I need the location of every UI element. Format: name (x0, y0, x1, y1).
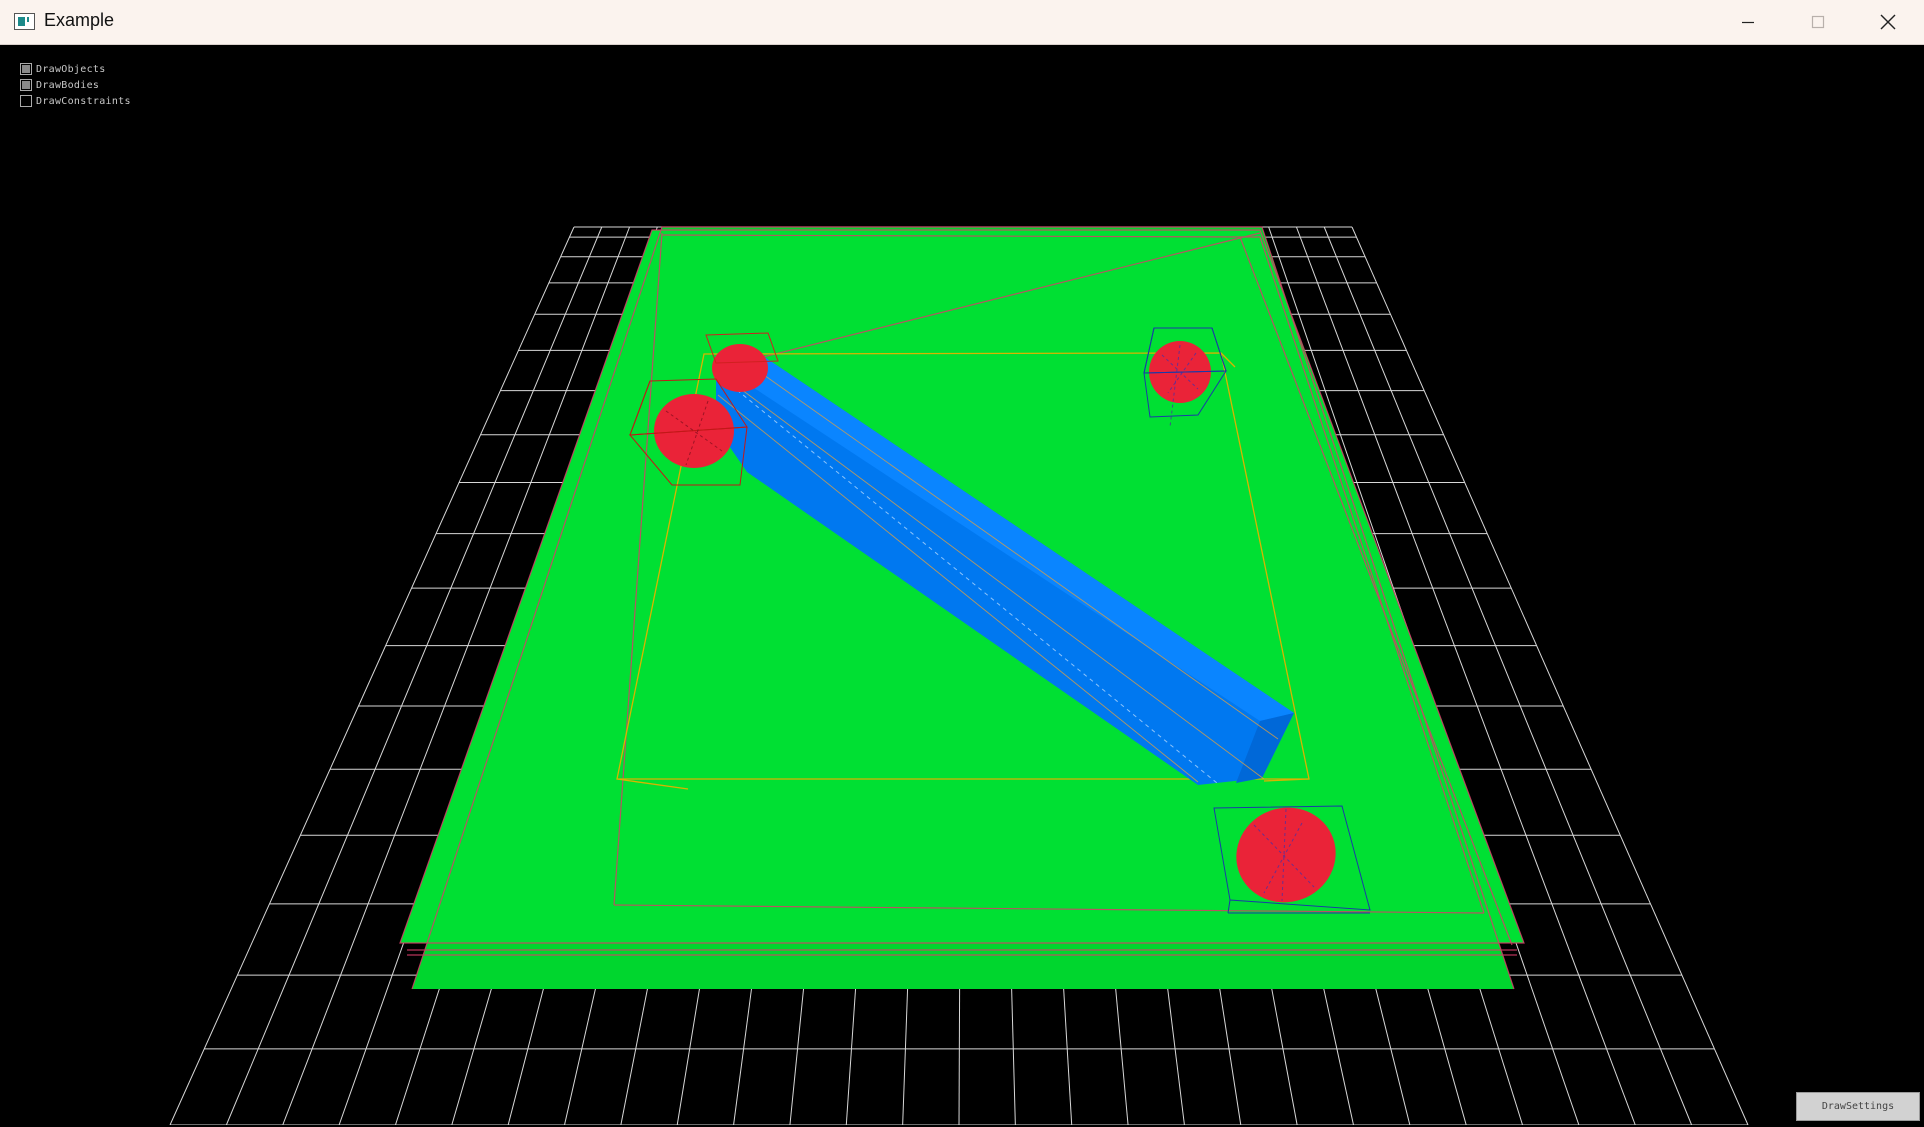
draw-constraints-label: DrawConstraints (36, 95, 131, 107)
app-window: Example DrawObjects DrawBodies DrawConst… (0, 0, 1924, 1127)
window-title: Example (44, 10, 115, 30)
close-icon (1880, 14, 1896, 30)
maximize-icon (1811, 15, 1825, 29)
minimize-button[interactable] (1713, 0, 1783, 44)
draw-objects-label: DrawObjects (36, 63, 106, 75)
scene-canvas[interactable] (2, 45, 1922, 1125)
draw-bodies-option[interactable]: DrawBodies (20, 77, 131, 93)
draw-objects-checkbox[interactable] (20, 63, 32, 75)
render-viewport[interactable]: DrawObjects DrawBodies DrawConstraints D… (2, 45, 1922, 1125)
draw-bodies-label: DrawBodies (36, 79, 100, 91)
minimize-icon (1742, 21, 1754, 24)
app-window-icon (14, 13, 35, 30)
maximize-button[interactable] (1783, 0, 1853, 44)
draw-bodies-checkbox[interactable] (20, 79, 32, 91)
draw-options-panel: DrawObjects DrawBodies DrawConstraints (20, 61, 131, 109)
draw-objects-option[interactable]: DrawObjects (20, 61, 131, 77)
draw-constraints-checkbox[interactable] (20, 95, 32, 107)
close-button[interactable] (1853, 0, 1923, 44)
draw-constraints-option[interactable]: DrawConstraints (20, 93, 131, 109)
draw-settings-button[interactable]: DrawSettings (1796, 1092, 1920, 1121)
title-bar[interactable]: Example (0, 0, 1924, 45)
